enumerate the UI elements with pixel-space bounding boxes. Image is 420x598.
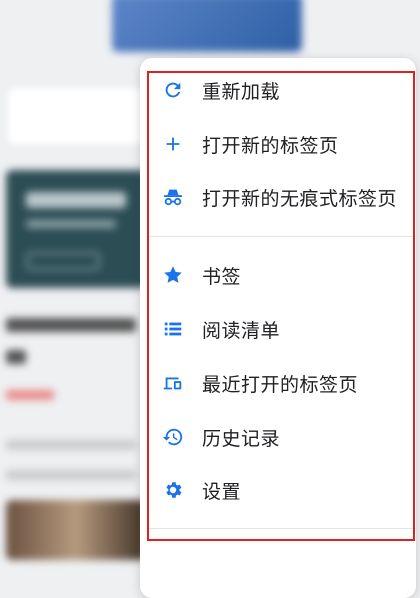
- menu-item-history[interactable]: 历史记录: [140, 414, 416, 460]
- menu-item-reload[interactable]: 重新加载: [140, 67, 416, 113]
- plus-icon: [160, 131, 186, 157]
- menu-item-new-incognito-tab[interactable]: 打开新的无痕式标签页: [140, 174, 416, 220]
- menu-item-label: 历史记录: [202, 427, 281, 450]
- history-icon: [160, 424, 186, 450]
- background-text: [6, 350, 26, 364]
- overflow-menu: 重新加载 打开新的标签页 打开新的无痕式标签页 书签 阅读清单 最近打开的标签页…: [140, 58, 416, 598]
- menu-item-label: 打开新的标签页: [202, 134, 339, 157]
- background-search-box: [6, 86, 148, 146]
- menu-item-label: 最近打开的标签页: [202, 373, 359, 396]
- menu-item-settings[interactable]: 设置: [140, 467, 416, 513]
- menu-divider: [148, 528, 416, 529]
- menu-item-bookmarks[interactable]: 书签: [140, 252, 416, 298]
- background-banner: [112, 0, 302, 52]
- menu-item-new-tab[interactable]: 打开新的标签页: [140, 121, 416, 167]
- menu-item-recent-tabs[interactable]: 最近打开的标签页: [140, 360, 416, 406]
- menu-item-label: 重新加载: [202, 80, 281, 103]
- star-icon: [160, 262, 186, 288]
- menu-item-label: 打开新的无痕式标签页: [202, 187, 398, 210]
- menu-item-label: 阅读清单: [202, 319, 281, 342]
- recent-tabs-icon: [160, 370, 186, 396]
- menu-item-reading-list[interactable]: 阅读清单: [140, 306, 416, 352]
- menu-divider: [148, 236, 416, 237]
- menu-item-label: 书签: [202, 265, 242, 288]
- background-card: [6, 170, 146, 288]
- incognito-icon: [160, 184, 186, 210]
- reload-icon: [160, 77, 186, 103]
- menu-item-label: 设置: [202, 480, 242, 503]
- background-text: [6, 470, 136, 480]
- list-icon: [160, 316, 186, 342]
- background-photo: [6, 500, 146, 560]
- background-text: [6, 440, 136, 450]
- background-text: [6, 318, 136, 332]
- gear-icon: [160, 477, 186, 503]
- background-tag: [6, 390, 54, 400]
